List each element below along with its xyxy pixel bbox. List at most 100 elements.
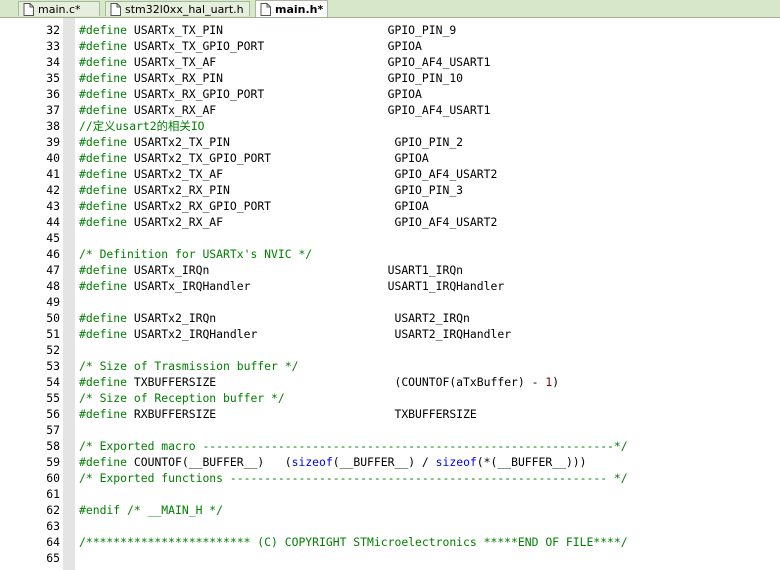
line-number: 64 xyxy=(46,535,60,549)
code-line[interactable]: /* Definition for USARTx's NVIC */ xyxy=(79,246,312,262)
text-token: USARTx2_IRQn USART2_IRQn xyxy=(127,311,470,325)
keyword-token: #define xyxy=(79,183,128,197)
keyword-token: #define xyxy=(79,55,128,69)
line-number: 52 xyxy=(46,343,60,357)
tab-main-c[interactable]: main.c* xyxy=(18,1,100,16)
keyword-token: #define xyxy=(79,311,128,325)
text-token: USARTx2_TX_GPIO_PORT GPIOA xyxy=(127,151,429,165)
line-number: 38 xyxy=(46,119,60,133)
keyword-token: #define xyxy=(79,407,128,421)
fold-margin[interactable] xyxy=(63,18,75,570)
code-line[interactable]: #define USARTx_RX_GPIO_PORT GPIOA xyxy=(79,86,422,102)
text-token: USARTx_RX_PIN GPIO_PIN_10 xyxy=(127,71,464,85)
code-line[interactable]: #define USARTx2_TX_PIN GPIO_PIN_2 xyxy=(79,134,463,150)
text-token: USARTx_TX_GPIO_PORT GPIOA xyxy=(127,39,422,53)
line-number: 55 xyxy=(46,391,60,405)
code-line[interactable]: #define USARTx_RX_PIN GPIO_PIN_10 xyxy=(79,70,463,86)
code-line[interactable]: #define USARTx2_RX_AF GPIO_AF4_USART2 xyxy=(79,214,497,230)
code-line[interactable]: #define USARTx_TX_AF GPIO_AF4_USART1 xyxy=(79,54,490,70)
code-line[interactable]: #define USARTx2_RX_GPIO_PORT GPIOA xyxy=(79,198,429,214)
line-number: 58 xyxy=(46,439,60,453)
code-line[interactable]: #define USARTx2_IRQHandler USART2_IRQHan… xyxy=(79,326,511,342)
file-icon xyxy=(260,2,271,16)
code-line[interactable]: #define TXBUFFERSIZE (COUNTOF(aTxBuffer)… xyxy=(79,374,559,390)
line-number: 49 xyxy=(46,295,60,309)
code-line[interactable]: #define RXBUFFERSIZE TXBUFFERSIZE xyxy=(79,406,477,422)
code-line[interactable]: #define USARTx_RX_AF GPIO_AF4_USART1 xyxy=(79,102,490,118)
keyword-token: #define xyxy=(79,135,128,149)
keyword-token: #define xyxy=(79,455,128,469)
code-line[interactable]: #define USARTx2_TX_GPIO_PORT GPIOA xyxy=(79,150,429,166)
code-line[interactable]: /************************ (C) COPYRIGHT … xyxy=(79,534,628,550)
code-area[interactable]: #define USARTx_TX_PIN GPIO_PIN_9 #define … xyxy=(75,18,780,570)
text-token: USARTx_TX_AF GPIO_AF4_USART1 xyxy=(127,55,491,69)
comment-token: /************************ (C) COPYRIGHT … xyxy=(79,535,628,549)
line-number: 50 xyxy=(46,311,60,325)
code-line[interactable]: #define USARTx_IRQn USART1_IRQn xyxy=(79,262,463,278)
code-line[interactable]: #define USARTx_TX_GPIO_PORT GPIOA xyxy=(79,38,422,54)
keyword-token: #define xyxy=(79,23,128,37)
keyword-token: #define xyxy=(79,375,128,389)
text-token: USARTx_RX_GPIO_PORT GPIOA xyxy=(127,87,422,101)
line-number: 47 xyxy=(46,263,60,277)
keyword-token: #define xyxy=(79,199,128,213)
line-number: 54 xyxy=(46,375,60,389)
text-token: (__BUFFER__) / xyxy=(332,455,436,469)
comment-token: /* Definition for USARTx's NVIC */ xyxy=(79,247,313,261)
line-number: 62 xyxy=(46,503,60,517)
line-number: 35 xyxy=(46,71,60,85)
line-number: 40 xyxy=(46,151,60,165)
line-number: 45 xyxy=(46,231,60,245)
comment-token: //定义usart2的相关IO xyxy=(79,119,205,133)
code-line[interactable]: #define USARTx_IRQHandler USART1_IRQHand… xyxy=(79,278,504,294)
text-token: USARTx_RX_AF GPIO_AF4_USART1 xyxy=(127,103,491,117)
line-number: 44 xyxy=(46,215,60,229)
code-line[interactable]: #define USARTx2_IRQn USART2_IRQn xyxy=(79,310,470,326)
comment-token: /* Size of Trasmission buffer */ xyxy=(79,359,299,373)
line-number: 37 xyxy=(46,103,60,117)
code-line[interactable]: /* Size of Reception buffer */ xyxy=(79,390,285,406)
line-number: 56 xyxy=(46,407,60,421)
code-line[interactable]: #define COUNTOF(__BUFFER__) (sizeof(__BU… xyxy=(79,454,587,470)
code-line[interactable]: #endif /* __MAIN_H */ xyxy=(79,502,223,518)
keyword-token: #define xyxy=(79,151,128,165)
sizeof-token: sizeof xyxy=(435,455,477,469)
sizeof-token: sizeof xyxy=(291,455,333,469)
text-token: TXBUFFERSIZE (COUNTOF(aTxBuffer) - xyxy=(127,375,546,389)
code-line[interactable]: /* Exported macro ----------------------… xyxy=(79,438,628,454)
tab-main-h[interactable]: main.h* xyxy=(255,0,328,17)
line-number: 65 xyxy=(46,551,60,565)
line-number: 32 xyxy=(46,23,60,37)
text-token: COUNTOF(__BUFFER__) ( xyxy=(127,455,292,469)
text-token: USARTx_TX_PIN GPIO_PIN_9 xyxy=(127,23,457,37)
code-line[interactable]: /* Size of Trasmission buffer */ xyxy=(79,358,298,374)
comment-token: /* Size of Reception buffer */ xyxy=(79,391,285,405)
comment-token: /* Exported functions ------------------… xyxy=(79,471,628,485)
keyword-token: #define xyxy=(79,71,128,85)
text-token: USARTx_IRQn USART1_IRQn xyxy=(127,263,464,277)
text-token: RXBUFFERSIZE TXBUFFERSIZE xyxy=(127,407,477,421)
line-number: 53 xyxy=(46,359,60,373)
line-number: 61 xyxy=(46,487,60,501)
line-number: 36 xyxy=(46,87,60,101)
line-number: 46 xyxy=(46,247,60,261)
keyword-token: #define xyxy=(79,327,128,341)
text-token: USARTx2_RX_PIN GPIO_PIN_3 xyxy=(127,183,464,197)
text-token: USARTx2_IRQHandler USART2_IRQHandler xyxy=(127,327,512,341)
keyword-token: #define xyxy=(79,167,128,181)
tab-stm32l0xx-hal-uart-h[interactable]: stm32l0xx_hal_uart.h xyxy=(105,1,250,16)
text-token: USARTx_IRQHandler USART1_IRQHandler xyxy=(127,279,505,293)
comment-token: /* __MAIN_H */ xyxy=(127,503,224,517)
code-line[interactable]: #define USARTx_TX_PIN GPIO_PIN_9 xyxy=(79,22,456,38)
code-line[interactable]: /* Exported functions ------------------… xyxy=(79,470,628,486)
tab-label: main.h* xyxy=(275,2,324,16)
line-number: 59 xyxy=(46,455,60,469)
keyword-token: #define xyxy=(79,279,128,293)
code-line[interactable]: #define USARTx2_TX_AF GPIO_AF4_USART2 xyxy=(79,166,497,182)
keyword-token: #define xyxy=(79,103,128,117)
code-line[interactable]: #define USARTx2_RX_PIN GPIO_PIN_3 xyxy=(79,182,463,198)
line-number: 57 xyxy=(46,423,60,437)
code-line[interactable]: //定义usart2的相关IO xyxy=(79,118,205,134)
code-editor[interactable]: 32 33 34 35 36 37 38 39 40 41 42 43 44 45 46 47 48 49 50 51… xyxy=(0,18,780,570)
keyword-token: #define xyxy=(79,87,128,101)
